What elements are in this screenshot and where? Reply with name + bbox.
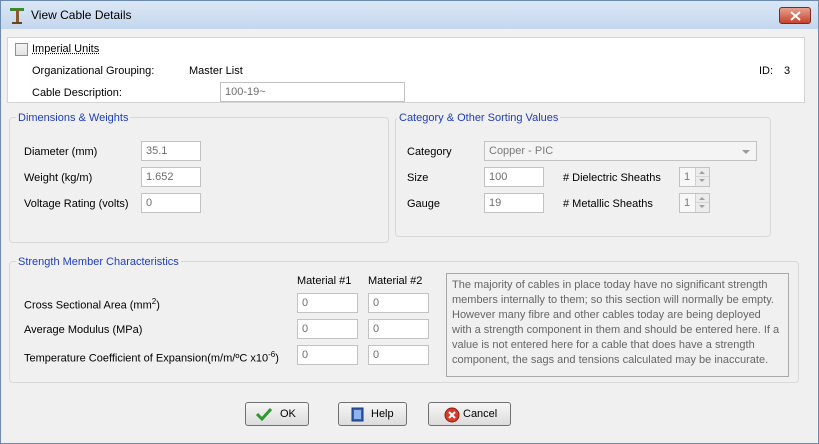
size-label: Size bbox=[407, 172, 429, 184]
header-panel: Imperial Units Organizational Grouping: … bbox=[7, 37, 805, 103]
checkmark-icon bbox=[256, 407, 272, 421]
close-icon bbox=[790, 11, 801, 21]
temp-coeff-m2-field[interactable]: 0 bbox=[368, 345, 429, 365]
window-title: View Cable Details bbox=[31, 8, 132, 22]
gauge-label: Gauge bbox=[407, 198, 441, 210]
diameter-field[interactable]: 35.1 bbox=[141, 141, 201, 161]
metallic-stepper[interactable]: 1 bbox=[679, 193, 710, 213]
dialog-window: View Cable Details Imperial Units Organi… bbox=[0, 0, 819, 444]
title-bar[interactable]: View Cable Details bbox=[1, 1, 818, 29]
weight-label: Weight (kg/m) bbox=[24, 172, 93, 184]
strength-title: Strength Member Characteristics bbox=[16, 256, 181, 268]
category-select[interactable]: Copper - PIC bbox=[484, 141, 757, 161]
id-value: 3 bbox=[784, 65, 791, 77]
spin-up-icon[interactable] bbox=[696, 168, 709, 177]
dielectric-label: # Dielectric Sheaths bbox=[563, 172, 661, 184]
dielectric-stepper-buttons[interactable] bbox=[695, 168, 709, 186]
pole-icon bbox=[9, 6, 25, 24]
dialog-body: Imperial Units Organizational Grouping: … bbox=[7, 29, 812, 439]
metallic-value: 1 bbox=[684, 197, 691, 209]
spin-down-icon[interactable] bbox=[696, 203, 709, 212]
chevron-down-icon bbox=[742, 150, 750, 154]
cancel-icon bbox=[444, 407, 460, 423]
temp-coeff-label: Temperature Coefficient of Expansion(m/m… bbox=[24, 350, 279, 365]
spin-up-icon[interactable] bbox=[696, 194, 709, 203]
help-button[interactable]: Help bbox=[338, 402, 407, 426]
close-button[interactable] bbox=[779, 7, 811, 24]
cancel-button[interactable]: Cancel bbox=[428, 402, 511, 426]
category-select-value: Copper - PIC bbox=[489, 145, 554, 157]
category-label: Category bbox=[407, 146, 452, 158]
ok-label: OK bbox=[280, 408, 296, 420]
modulus-m2-field[interactable]: 0 bbox=[368, 319, 429, 339]
strength-note: The majority of cables in place today ha… bbox=[446, 273, 789, 377]
modulus-m1-field[interactable]: 0 bbox=[297, 319, 358, 339]
imperial-units-checkbox[interactable] bbox=[15, 43, 28, 56]
material2-header: Material #2 bbox=[368, 275, 423, 287]
dielectric-stepper[interactable]: 1 bbox=[679, 167, 710, 187]
dielectric-value: 1 bbox=[684, 171, 691, 183]
modulus-label: Average Modulus (MPa) bbox=[24, 324, 143, 336]
spin-down-icon[interactable] bbox=[696, 177, 709, 186]
dimensions-title: Dimensions & Weights bbox=[16, 112, 131, 124]
imperial-units-label[interactable]: Imperial Units bbox=[32, 43, 99, 55]
cross-section-m1-field[interactable]: 0 bbox=[297, 293, 358, 313]
temp-coeff-m1-field[interactable]: 0 bbox=[297, 345, 358, 365]
cross-section-label: Cross Sectional Area (mm2) bbox=[24, 297, 160, 312]
gauge-field[interactable]: 19 bbox=[484, 193, 544, 213]
category-title: Category & Other Sorting Values bbox=[397, 112, 561, 124]
voltage-label: Voltage Rating (volts) bbox=[24, 198, 129, 210]
weight-field[interactable]: 1.652 bbox=[141, 167, 201, 187]
help-label: Help bbox=[371, 408, 394, 420]
cancel-label: Cancel bbox=[463, 408, 498, 420]
ok-button[interactable]: OK bbox=[245, 402, 309, 426]
cross-section-m2-field[interactable]: 0 bbox=[368, 293, 429, 313]
size-field[interactable]: 100 bbox=[484, 167, 544, 187]
metallic-stepper-buttons[interactable] bbox=[695, 194, 709, 212]
metallic-label: # Metallic Sheaths bbox=[563, 198, 653, 210]
voltage-field[interactable]: 0 bbox=[141, 193, 201, 213]
id-label: ID: bbox=[759, 65, 774, 77]
material1-header: Material #1 bbox=[297, 275, 352, 287]
cable-description-field[interactable]: 100-19~ bbox=[220, 82, 405, 102]
org-grouping-label: Organizational Grouping: bbox=[32, 65, 155, 77]
org-grouping-value: Master List bbox=[189, 65, 243, 77]
help-book-icon bbox=[351, 407, 364, 422]
diameter-label: Diameter (mm) bbox=[24, 146, 98, 158]
cable-description-label: Cable Description: bbox=[32, 87, 122, 99]
